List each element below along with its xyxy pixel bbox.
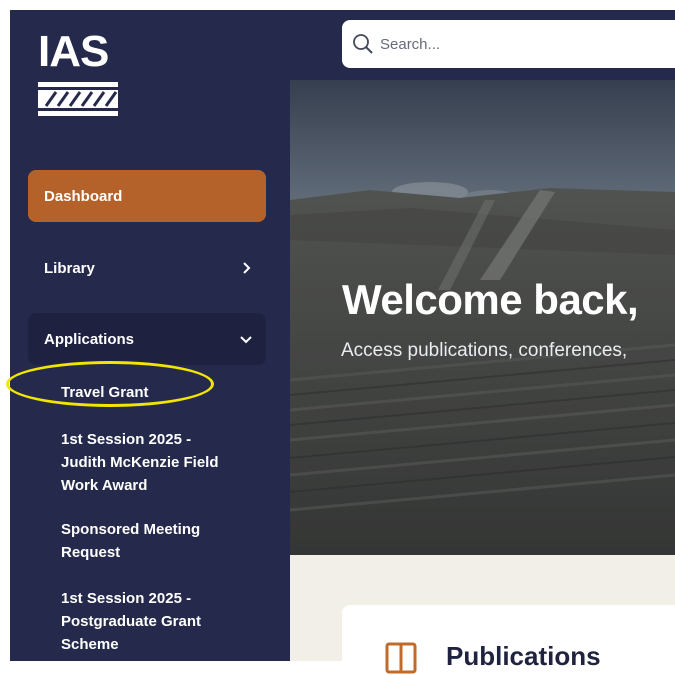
sidebar: IAS Dashboard Library Applications Trave… [10, 10, 290, 661]
book-icon [385, 642, 417, 674]
sidebar-item-label: Applications [44, 330, 135, 348]
sidebar-subitem-postgraduate-grant[interactable]: 1st Session 2025 - Postgraduate Grant Sc… [61, 587, 261, 656]
sidebar-subitem-sponsored-meeting[interactable]: Sponsored Meeting Request [61, 518, 261, 564]
welcome-heading: Welcome back, [342, 276, 639, 323]
logo-text: IAS [38, 27, 109, 76]
top-bar [290, 10, 675, 80]
sidebar-item-applications[interactable]: Applications [28, 313, 266, 365]
sidebar-item-label: Dashboard [44, 187, 123, 205]
sidebar-item-dashboard[interactable]: Dashboard [28, 170, 266, 222]
logo-mark-icon [38, 82, 118, 116]
card-title: Publications [446, 641, 601, 671]
content-area: Publications [290, 555, 675, 675]
hero-banner: Welcome back, Access publications, confe… [290, 80, 675, 555]
chevron-right-icon [243, 262, 251, 274]
search-input[interactable] [378, 34, 662, 54]
publications-card[interactable]: Publications [342, 605, 675, 675]
ias-logo[interactable]: IAS [38, 30, 120, 120]
chevron-down-icon [240, 336, 252, 344]
search-box[interactable] [342, 20, 675, 68]
sidebar-item-label: Library [44, 259, 95, 277]
welcome-subtitle: Access publications, conferences, [341, 340, 628, 361]
search-icon [353, 34, 373, 54]
sidebar-item-library[interactable]: Library [28, 242, 266, 294]
sidebar-subitem-field-work-award[interactable]: 1st Session 2025 - Judith McKenzie Field… [61, 428, 261, 497]
sidebar-subitem-travel-grant[interactable]: Travel Grant [61, 381, 261, 404]
